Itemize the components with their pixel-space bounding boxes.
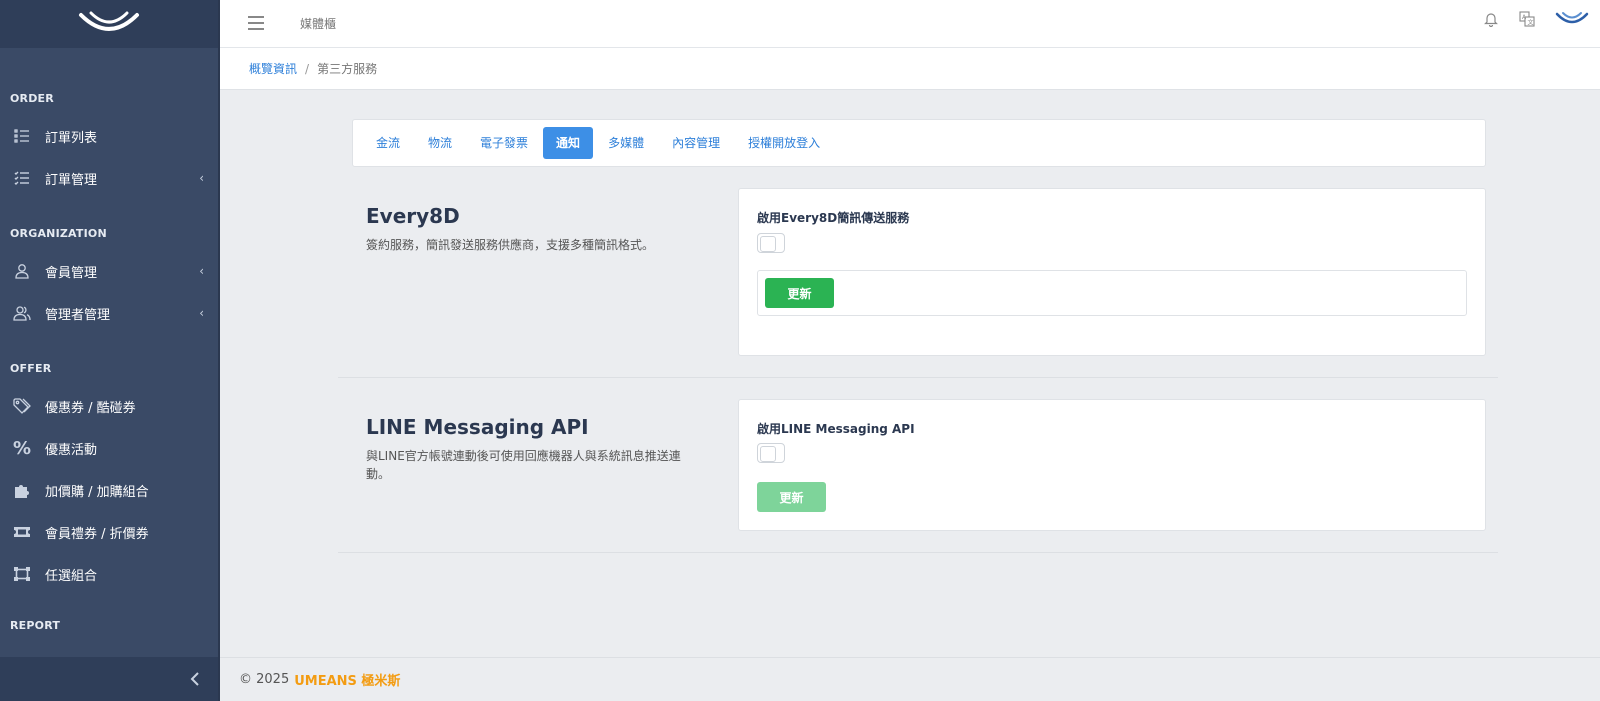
update-button[interactable]: 更新 <box>757 482 826 512</box>
menu-toggle-icon[interactable] <box>248 16 264 30</box>
bell-icon[interactable] <box>1482 10 1500 28</box>
sidebar-item-label: 優惠券 / 酷碰券 <box>45 400 136 416</box>
enable-line-toggle[interactable] <box>757 443 785 463</box>
sidebar-section-organization: ORGANIZATION <box>10 227 107 240</box>
sidebar-item-label: 會員管理 <box>45 265 98 281</box>
enable-every8d-toggle[interactable] <box>757 233 785 253</box>
topbar: 媒體櫃 A文 <box>220 0 1600 48</box>
tab-oauth-login[interactable]: 授權開放登入 <box>735 127 833 159</box>
chevron-left-icon <box>190 672 199 686</box>
service-title: Every8D <box>366 204 460 228</box>
service-description: 與LINE官方帳號連動後可使用回應機器人與系統訊息推送連動。 <box>366 449 681 481</box>
ticket-icon <box>12 522 32 542</box>
breadcrumb-current: 第三方服務 <box>317 62 378 76</box>
sidebar: ORDER 訂單列表 訂單管理 ‹ ORGANIZATION 會員管理 ‹ 管理… <box>0 0 220 701</box>
service-title: LINE Messaging API <box>366 415 589 439</box>
sidebar-item-custom-bundle[interactable]: 任選組合 <box>0 554 218 594</box>
service-card-line: 啟用LINE Messaging API 更新 <box>738 399 1486 531</box>
percent-icon: % <box>12 437 32 459</box>
crop-icon <box>12 564 32 584</box>
sidebar-item-label: 訂單列表 <box>45 130 98 146</box>
chevron-left-icon: ‹ <box>199 264 204 278</box>
service-info-every8d: Every8D 簽約服務，簡訊發送服務供應商，支援多種簡訊格式。 <box>366 204 696 254</box>
sidebar-item-label: 管理者管理 <box>45 307 111 323</box>
service-tabs: 金流 物流 電子發票 通知 多媒體 內容管理 授權開放登入 <box>352 119 1486 167</box>
sidebar-menu: ORDER 訂單列表 訂單管理 ‹ ORGANIZATION 會員管理 ‹ 管理… <box>0 48 218 657</box>
update-button-container: 更新 <box>757 270 1467 316</box>
footer-copyright: © 2025 <box>239 672 290 687</box>
topbar-actions: A文 <box>1482 10 1590 28</box>
service-card-every8d: 啟用Every8D簡訊傳送服務 更新 <box>738 188 1486 356</box>
checklist-icon <box>12 168 32 188</box>
service-info-line: LINE Messaging API 與LINE官方帳號連動後可使用回應機器人與… <box>366 415 696 483</box>
toggle-label: 啟用Every8D簡訊傳送服務 <box>757 211 910 225</box>
avatar[interactable] <box>1554 10 1590 28</box>
user-icon <box>12 261 32 281</box>
toggle-label: 啟用LINE Messaging API <box>757 422 915 436</box>
users-icon <box>12 303 32 323</box>
breadcrumb: 概覽資訊 / 第三方服務 <box>220 48 1600 90</box>
sidebar-item-coupons[interactable]: 優惠券 / 酷碰券 <box>0 386 218 426</box>
sidebar-item-label: 訂單管理 <box>45 172 98 188</box>
list-icon <box>12 126 32 146</box>
sidebar-item-order-management[interactable]: 訂單管理 ‹ <box>0 158 218 198</box>
tab-payment[interactable]: 金流 <box>363 127 413 159</box>
tag-icon <box>12 396 32 416</box>
sidebar-section-report: REPORT <box>10 619 61 632</box>
puzzle-icon <box>12 480 32 500</box>
sidebar-logo[interactable] <box>0 0 218 48</box>
sidebar-item-member-management[interactable]: 會員管理 ‹ <box>0 251 218 291</box>
breadcrumb-home-link[interactable]: 概覽資訊 <box>249 60 297 77</box>
chevron-left-icon: ‹ <box>199 306 204 320</box>
svg-text:文: 文 <box>1528 19 1534 27</box>
section-divider <box>338 552 1498 553</box>
sidebar-item-label: 任選組合 <box>45 568 98 584</box>
tab-notification[interactable]: 通知 <box>543 127 594 159</box>
service-description: 簽約服務，簡訊發送服務供應商，支援多種簡訊格式。 <box>366 238 655 252</box>
sidebar-item-label: 會員禮券 / 折價券 <box>45 526 149 542</box>
topbar-title[interactable]: 媒體櫃 <box>300 15 336 32</box>
breadcrumb-separator: / <box>305 61 310 76</box>
sidebar-item-gift-vouchers[interactable]: 會員禮券 / 折價券 <box>0 512 218 552</box>
sidebar-item-order-list[interactable]: 訂單列表 <box>0 116 218 156</box>
update-button[interactable]: 更新 <box>765 278 834 308</box>
tab-content-management[interactable]: 內容管理 <box>659 127 733 159</box>
footer-brand: UMEANS 極米斯 <box>294 674 401 689</box>
sidebar-collapse-button[interactable] <box>0 657 218 701</box>
tab-e-invoice[interactable]: 電子發票 <box>467 127 541 159</box>
sidebar-item-add-on-purchase[interactable]: 加價購 / 加購組合 <box>0 470 218 510</box>
tab-multimedia[interactable]: 多媒體 <box>595 127 657 159</box>
sidebar-item-label: 優惠活動 <box>45 442 98 458</box>
sidebar-section-offer: OFFER <box>10 362 52 375</box>
sidebar-item-promotions[interactable]: % 優惠活動 <box>0 428 218 468</box>
umeans-logo-icon <box>79 11 139 31</box>
sidebar-item-admin-management[interactable]: 管理者管理 ‹ <box>0 293 218 333</box>
sidebar-section-order: ORDER <box>10 92 54 105</box>
page-footer: © 2025 UMEANS 極米斯 <box>220 657 1600 701</box>
section-divider <box>338 377 1498 378</box>
tab-logistics[interactable]: 物流 <box>415 127 465 159</box>
translate-icon[interactable]: A文 <box>1518 10 1536 28</box>
chevron-left-icon: ‹ <box>199 171 204 185</box>
sidebar-item-label: 加價購 / 加購組合 <box>45 484 149 500</box>
